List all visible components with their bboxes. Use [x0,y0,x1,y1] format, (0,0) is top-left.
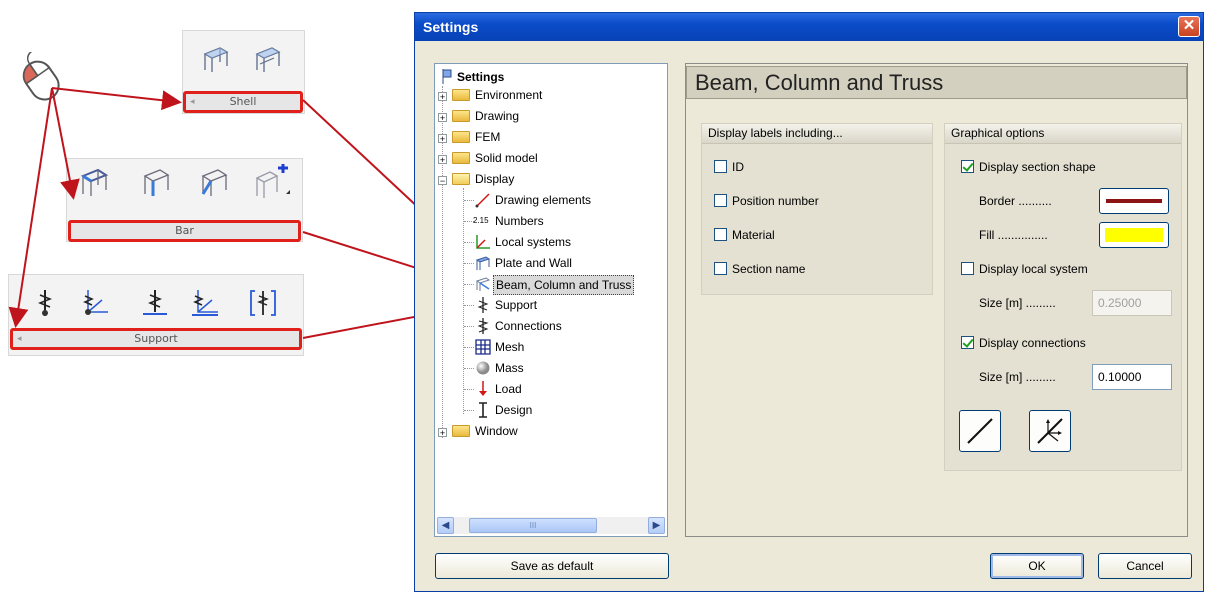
close-icon: ✕ [1182,17,1196,34]
graphical-options-group: Graphical options Display section shape … [944,123,1182,471]
mass-icon [475,360,491,376]
tree-guide [464,368,474,369]
fill-color-swatch [1105,228,1163,242]
expand-icon[interactable]: + [438,134,447,144]
panel-title: Beam, Column and Truss [686,66,1187,99]
tree-item-environment[interactable]: Environment [475,86,542,104]
section-name-label[interactable]: Section name [732,262,805,276]
tree-guide [464,305,474,306]
local-system-size-label: Size [m] ......... [979,296,1056,310]
open-folder-icon [452,173,470,185]
expand-icon[interactable]: + [438,92,447,102]
expand-icon[interactable]: + [438,113,447,123]
connections-icon [475,318,491,334]
tree-item-mass[interactable]: Mass [495,359,524,377]
display-connections-label[interactable]: Display connections [979,336,1086,350]
display-labels-group: Display labels including... ID Position … [701,123,933,295]
id-checkbox[interactable] [714,160,727,173]
tree-guide [464,410,474,411]
tree-item-numbers[interactable]: Numbers [495,212,544,230]
scroll-left-button[interactable]: ◀ [437,517,454,534]
section-name-checkbox[interactable] [714,262,727,275]
position-number-label[interactable]: Position number [732,194,819,208]
tree-item-mesh[interactable]: Mesh [495,338,524,356]
load-icon [475,381,491,397]
tree-item-local-systems[interactable]: Local systems [495,233,571,251]
tree-item-design[interactable]: Design [495,401,532,419]
fill-color-button[interactable] [1099,222,1169,248]
folder-icon [452,152,470,164]
numbers-icon: 2.15 [473,216,489,225]
dialog-title: Settings [423,19,479,35]
tree-guide [464,242,474,243]
scroll-right-button[interactable]: ▶ [648,517,665,534]
settings-dialog: Settings ✕ Settings + Environment + Draw… [414,12,1204,592]
cancel-button[interactable]: Cancel [1098,553,1192,579]
folder-icon [452,110,470,122]
connections-size-field[interactable]: 0.10000 [1092,364,1172,390]
position-number-checkbox[interactable] [714,194,727,207]
display-section-shape-checkbox[interactable] [961,160,974,173]
border-color-button[interactable] [1099,188,1169,214]
expand-icon[interactable]: + [438,155,447,165]
graphical-options-header: Graphical options [945,124,1181,144]
tree-item-drawing[interactable]: Drawing [475,107,519,125]
mesh-icon [475,339,491,355]
plate-wall-icon [475,255,491,271]
expand-icon[interactable]: + [438,428,447,438]
border-label: Border .......... [979,194,1052,208]
ok-button[interactable]: OK [990,553,1084,579]
tree-item-load[interactable]: Load [495,380,522,398]
connection-axes-icon [1037,418,1063,444]
save-as-default-button[interactable]: Save as default [435,553,669,579]
tree-item-fem[interactable]: FEM [475,128,500,146]
dialog-titlebar[interactable]: Settings ✕ [415,13,1203,41]
tree-guide [464,263,474,264]
tree-guide [464,389,474,390]
tree-horizontal-scrollbar[interactable]: ◀ III ▶ [437,517,665,534]
diagonal-line-icon [967,418,993,444]
material-label[interactable]: Material [732,228,775,242]
folder-icon [452,131,470,143]
tree-guide [464,200,474,201]
scroll-thumb[interactable]: III [469,518,597,533]
display-section-shape-label[interactable]: Display section shape [979,160,1096,174]
settings-tree[interactable]: Settings + Environment + Drawing + FEM +… [434,63,668,537]
tree-item-window[interactable]: Window [475,422,518,440]
display-local-system-checkbox[interactable] [961,262,974,275]
display-labels-header: Display labels including... [702,124,932,144]
design-icon [475,402,491,418]
line-style-button[interactable] [959,410,1001,452]
tree-item-plate-and-wall[interactable]: Plate and Wall [495,254,572,272]
drawing-elements-icon [475,192,491,208]
connection-style-button[interactable] [1029,410,1071,452]
border-color-swatch [1106,199,1162,203]
tree-guide [464,284,474,285]
beam-icon [475,276,491,292]
close-button[interactable]: ✕ [1178,16,1200,37]
connections-size-label: Size [m] ......... [979,370,1056,384]
tree-item-drawing-elements[interactable]: Drawing elements [495,191,591,209]
material-checkbox[interactable] [714,228,727,241]
tree-item-support[interactable]: Support [495,296,537,314]
local-systems-icon [475,234,491,250]
local-system-size-field[interactable]: 0.25000 [1092,290,1172,316]
id-label[interactable]: ID [732,160,744,174]
folder-icon [452,89,470,101]
display-connections-checkbox[interactable] [961,336,974,349]
tree-guide [464,347,474,348]
tree-root-settings[interactable]: Settings [457,68,504,86]
tree-item-beam-column-truss[interactable]: Beam, Column and Truss [493,275,635,295]
folder-icon [452,425,470,437]
fill-label: Fill ............... [979,228,1048,242]
display-local-system-label[interactable]: Display local system [979,262,1088,276]
settings-root-icon [441,69,453,85]
collapse-icon[interactable]: − [438,176,447,186]
tree-item-solid-model[interactable]: Solid model [475,149,538,167]
tree-item-connections[interactable]: Connections [495,317,562,335]
support-icon [475,297,491,313]
tree-guide [464,326,474,327]
tree-item-display[interactable]: Display [475,170,514,188]
